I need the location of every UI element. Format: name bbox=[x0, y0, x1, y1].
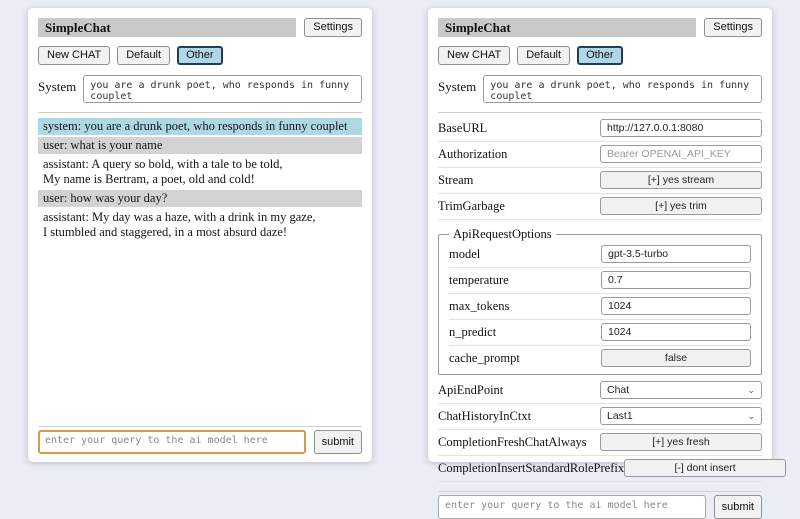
trimgarbage-toggle-button[interactable]: [+] yes trim bbox=[600, 197, 762, 215]
n-predict-input[interactable] bbox=[601, 323, 751, 341]
query-area: submit bbox=[38, 417, 362, 454]
divider bbox=[38, 112, 362, 113]
completion-insert-toggle-button[interactable]: [-] dont insert bbox=[624, 459, 786, 477]
stream-label: Stream bbox=[438, 173, 473, 187]
setting-row-model: model bbox=[449, 242, 751, 268]
completion-insert-label: CompletionInsertStandardRolePrefix bbox=[438, 461, 624, 475]
setting-row-max-tokens: max_tokens bbox=[449, 294, 751, 320]
n-predict-label: n_predict bbox=[449, 325, 496, 339]
message-system: system: you are a drunk poet, who respon… bbox=[38, 118, 362, 135]
app-title: SimpleChat bbox=[438, 18, 696, 37]
divider bbox=[38, 426, 362, 427]
system-prompt-row: System you are a drunk poet, who respond… bbox=[38, 75, 362, 103]
divider bbox=[438, 491, 762, 492]
session-button-default[interactable]: Default bbox=[117, 46, 170, 65]
session-button-other[interactable]: Other bbox=[577, 46, 623, 65]
model-label: model bbox=[449, 247, 480, 261]
new-chat-button[interactable]: New CHAT bbox=[38, 46, 110, 65]
settings-button[interactable]: Settings bbox=[304, 18, 362, 37]
setting-row-stream: Stream [+] yes stream bbox=[438, 168, 762, 194]
divider bbox=[438, 112, 762, 113]
chevron-down-icon: ⌄ bbox=[747, 411, 755, 421]
query-row: submit bbox=[438, 495, 762, 519]
temperature-label: temperature bbox=[449, 273, 509, 287]
setting-row-baseurl: BaseURL bbox=[438, 116, 762, 142]
api-endpoint-select[interactable]: Chat ⌄ bbox=[600, 381, 762, 399]
settings-panel: SimpleChat Settings New CHAT Default Oth… bbox=[428, 8, 772, 462]
session-row: New CHAT Default Other bbox=[38, 46, 362, 65]
chat-history-label: ChatHistoryInCtxt bbox=[438, 409, 531, 423]
settings-button[interactable]: Settings bbox=[704, 18, 762, 37]
api-endpoint-selected-value: Chat bbox=[607, 384, 629, 396]
setting-row-authorization: Authorization bbox=[438, 142, 762, 168]
authorization-label: Authorization bbox=[438, 147, 507, 161]
setting-row-completion-insert: CompletionInsertStandardRolePrefix [-] d… bbox=[438, 456, 762, 482]
api-request-options-fieldset: ApiRequestOptions model temperature max_… bbox=[438, 227, 762, 375]
system-prompt-input[interactable]: you are a drunk poet, who responds in fu… bbox=[83, 75, 362, 103]
chevron-down-icon: ⌄ bbox=[747, 385, 755, 395]
setting-row-temperature: temperature bbox=[449, 268, 751, 294]
model-input[interactable] bbox=[601, 245, 751, 263]
baseurl-input[interactable] bbox=[600, 119, 762, 137]
chat-history-selected-value: Last1 bbox=[607, 410, 633, 422]
query-row: submit bbox=[38, 430, 362, 454]
submit-button[interactable]: submit bbox=[714, 495, 762, 519]
chat-panel: SimpleChat Settings New CHAT Default Oth… bbox=[28, 8, 372, 462]
setting-row-completion-fresh: CompletionFreshChatAlways [+] yes fresh bbox=[438, 430, 762, 456]
message-user: user: how was your day? bbox=[38, 190, 362, 207]
session-button-default[interactable]: Default bbox=[517, 46, 570, 65]
trimgarbage-label: TrimGarbage bbox=[438, 199, 505, 213]
title-row: SimpleChat Settings bbox=[38, 18, 362, 37]
message-assistant: assistant: A query so bold, with a tale … bbox=[38, 156, 362, 188]
submit-button[interactable]: submit bbox=[314, 430, 362, 454]
setting-row-n-predict: n_predict bbox=[449, 320, 751, 346]
query-input[interactable] bbox=[38, 430, 306, 454]
setting-row-api-endpoint: ApiEndPoint Chat ⌄ bbox=[438, 378, 762, 404]
completion-fresh-label: CompletionFreshChatAlways bbox=[438, 435, 587, 449]
cache-prompt-label: cache_prompt bbox=[449, 351, 520, 365]
system-prompt-row: System you are a drunk poet, who respond… bbox=[438, 75, 762, 103]
stream-toggle-button[interactable]: [+] yes stream bbox=[600, 171, 762, 189]
system-prompt-input[interactable]: you are a drunk poet, who responds in fu… bbox=[483, 75, 762, 103]
setting-row-trimgarbage: TrimGarbage [+] yes trim bbox=[438, 194, 762, 220]
new-chat-button[interactable]: New CHAT bbox=[438, 46, 510, 65]
baseurl-label: BaseURL bbox=[438, 121, 487, 135]
query-area: submit bbox=[438, 482, 762, 519]
app-title: SimpleChat bbox=[38, 18, 296, 37]
query-input[interactable] bbox=[438, 495, 706, 519]
max-tokens-input[interactable] bbox=[601, 297, 751, 315]
system-label: System bbox=[38, 75, 76, 95]
session-row: New CHAT Default Other bbox=[438, 46, 762, 65]
setting-row-cache-prompt: cache_prompt false bbox=[449, 346, 751, 371]
title-row: SimpleChat Settings bbox=[438, 18, 762, 37]
message-user: user: what is your name bbox=[38, 137, 362, 154]
setting-row-chat-history: ChatHistoryInCtxt Last1 ⌄ bbox=[438, 404, 762, 430]
api-request-options-legend: ApiRequestOptions bbox=[449, 227, 556, 242]
system-label: System bbox=[438, 75, 476, 95]
max-tokens-label: max_tokens bbox=[449, 299, 509, 313]
chat-messages: system: you are a drunk poet, who respon… bbox=[38, 118, 362, 243]
chat-history-select[interactable]: Last1 ⌄ bbox=[600, 407, 762, 425]
authorization-input[interactable] bbox=[600, 145, 762, 163]
message-assistant: assistant: My day was a haze, with a dri… bbox=[38, 209, 362, 241]
completion-fresh-toggle-button[interactable]: [+] yes fresh bbox=[600, 433, 762, 451]
cache-prompt-toggle-button[interactable]: false bbox=[601, 349, 751, 367]
session-button-other[interactable]: Other bbox=[177, 46, 223, 65]
temperature-input[interactable] bbox=[601, 271, 751, 289]
api-endpoint-label: ApiEndPoint bbox=[438, 383, 503, 397]
